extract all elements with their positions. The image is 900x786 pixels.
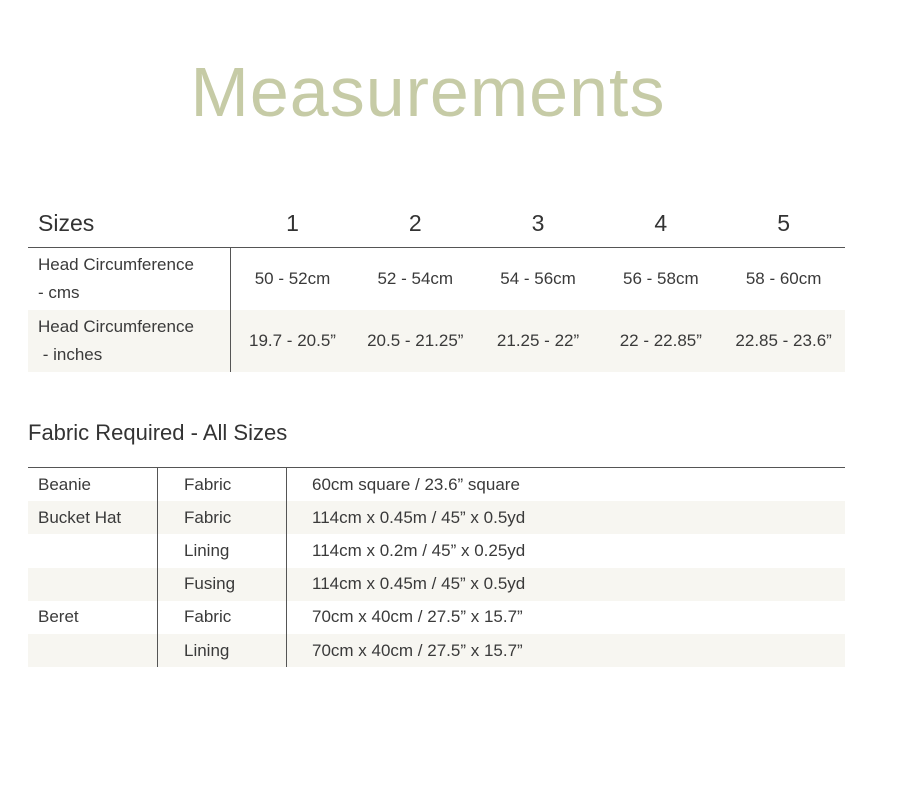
item-cell: Bucket Hat	[28, 501, 158, 534]
table-header: Sizes 1 2 3 4 5	[28, 200, 845, 248]
cell: 56 - 58cm	[599, 269, 722, 289]
type-cell: Fabric	[158, 501, 287, 534]
size-header: 5	[722, 210, 845, 237]
table-row: Beanie Fabric 60cm square / 23.6” square	[28, 468, 845, 501]
cell: 52 - 54cm	[354, 269, 477, 289]
amount-cell: 60cm square / 23.6” square	[287, 475, 520, 495]
page-title: Measurements	[0, 52, 856, 132]
size-header: 1	[231, 210, 354, 237]
table-row: Lining 114cm x 0.2m / 45” x 0.25yd	[28, 534, 845, 567]
table-row: Lining 70cm x 40cm / 27.5” x 15.7”	[28, 634, 845, 667]
cell: 19.7 - 20.5”	[231, 331, 354, 351]
cell: 54 - 56cm	[477, 269, 600, 289]
table-row: Fusing 114cm x 0.45m / 45” x 0.5yd	[28, 568, 845, 601]
amount-cell: 70cm x 40cm / 27.5” x 15.7”	[287, 641, 523, 661]
amount-cell: 114cm x 0.45m / 45” x 0.5yd	[287, 508, 525, 528]
type-cell: Lining	[158, 634, 287, 667]
size-header: 3	[477, 210, 600, 237]
cell: 22.85 - 23.6”	[722, 331, 845, 351]
table-row: Beret Fabric 70cm x 40cm / 27.5” x 15.7”	[28, 601, 845, 634]
cell: 20.5 - 21.25”	[354, 331, 477, 351]
amount-cell: 70cm x 40cm / 27.5” x 15.7”	[287, 607, 523, 627]
fabric-table: Beanie Fabric 60cm square / 23.6” square…	[28, 467, 845, 667]
cell: 58 - 60cm	[722, 269, 845, 289]
item-cell	[28, 568, 158, 601]
type-cell: Lining	[158, 534, 287, 567]
fabric-section-title: Fabric Required - All Sizes	[28, 420, 287, 446]
type-cell: Fusing	[158, 568, 287, 601]
item-cell: Beret	[28, 601, 158, 634]
cell: 22 - 22.85”	[599, 331, 722, 351]
table-row: Head Circumference - inches 19.7 - 20.5”…	[28, 310, 845, 372]
measurements-table: Sizes 1 2 3 4 5 Head Circumference - cms…	[28, 200, 845, 372]
type-cell: Fabric	[158, 601, 287, 634]
item-cell	[28, 634, 158, 667]
table-row: Head Circumference - cms 50 - 52cm 52 - …	[28, 248, 845, 310]
table-row: Bucket Hat Fabric 114cm x 0.45m / 45” x …	[28, 501, 845, 534]
sizes-header: Sizes	[28, 210, 231, 237]
amount-cell: 114cm x 0.2m / 45” x 0.25yd	[287, 541, 525, 561]
item-cell	[28, 534, 158, 567]
row-label: Head Circumference - inches	[28, 310, 231, 372]
item-cell: Beanie	[28, 468, 158, 501]
row-label: Head Circumference - cms	[28, 248, 231, 310]
cell: 50 - 52cm	[231, 269, 354, 289]
amount-cell: 114cm x 0.45m / 45” x 0.5yd	[287, 574, 525, 594]
size-header: 2	[354, 210, 477, 237]
type-cell: Fabric	[158, 468, 287, 501]
cell: 21.25 - 22”	[477, 331, 600, 351]
size-header: 4	[599, 210, 722, 237]
